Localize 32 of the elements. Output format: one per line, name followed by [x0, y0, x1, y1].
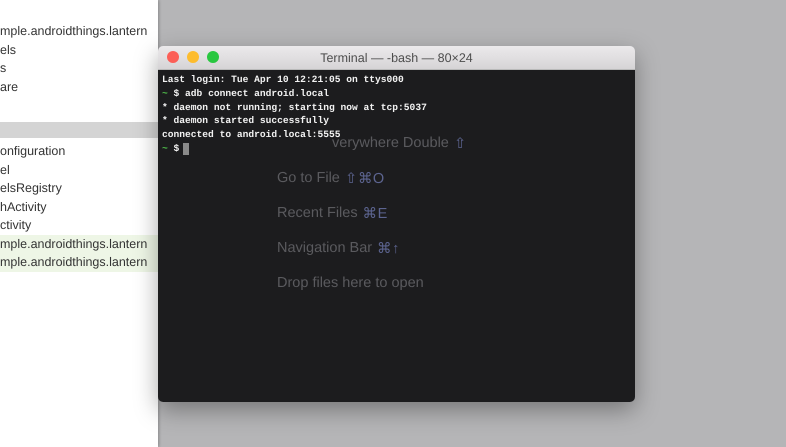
prompt-symbol: $	[172, 86, 180, 101]
tree-item[interactable]: mple.androidthings.lantern	[0, 22, 158, 40]
command-text: adb connect android.local	[184, 86, 329, 101]
hint-text: Go to File	[277, 170, 340, 186]
tree-item[interactable]: onfiguration	[0, 142, 158, 160]
tree-item[interactable]: s	[0, 59, 158, 78]
output-line: Last login: Tue Apr 10 12:21:05 on ttys000	[162, 73, 404, 87]
tree-item[interactable]	[0, 122, 158, 138]
tree-item[interactable]: els	[0, 40, 158, 59]
shortcut-text: ⌘↑	[377, 240, 400, 256]
tree-item[interactable]: el	[0, 160, 158, 179]
prompt-text: ~	[162, 86, 168, 101]
tree-item[interactable]: ctivity	[0, 216, 158, 234]
shortcut-text: ⌘E	[362, 204, 388, 222]
close-button[interactable]	[167, 51, 179, 63]
tree-item[interactable]: are	[0, 78, 158, 96]
hint-text: Recent Files	[277, 205, 358, 221]
tree-item[interactable]: mple.androidthings.lantern	[0, 234, 158, 253]
prompt-symbol: $	[172, 142, 180, 156]
shortcut-text: ⇧	[454, 134, 467, 152]
minimize-button[interactable]	[187, 51, 199, 63]
zoom-button[interactable]	[207, 51, 219, 63]
tree-item[interactable]: hActivity	[0, 198, 158, 216]
output-line: * daemon not running; starting now at tcp:5037	[162, 100, 427, 114]
shortcut-text: ⇧⌘O	[344, 170, 384, 186]
tree-item[interactable]: mple.androidthings.lantern	[0, 253, 158, 272]
tree-item[interactable]: elsRegistry	[0, 179, 158, 198]
hint-text: Drop files here to open	[277, 275, 424, 291]
prompt-text: ~	[162, 142, 168, 156]
output-line: * daemon started successfully	[162, 114, 329, 128]
hint-text: Navigation Bar	[277, 240, 372, 256]
window-title: Terminal — -bash — 80×24	[320, 50, 473, 64]
